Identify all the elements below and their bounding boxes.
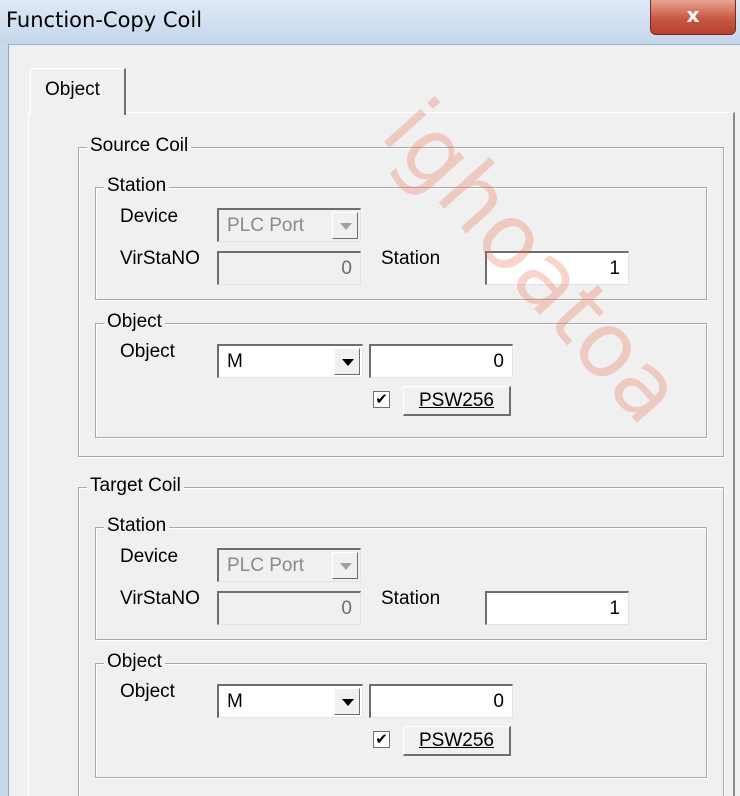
target-psw-label: PSW256 [419,730,494,751]
chevron-down-icon [332,212,358,239]
target-object-label: Object [120,681,175,702]
target-psw-checkbox[interactable]: ✔ [373,731,390,748]
target-device-select: PLC Port [217,548,361,582]
tab-object[interactable]: Object [30,68,126,115]
source-station-label: Station [381,248,441,269]
source-station-field[interactable]: 1 [485,251,629,285]
target-station-field[interactable]: 1 [485,591,629,625]
source-object-type-select[interactable]: M [217,344,363,378]
tab-panel: Source Coil Station Device PLC Port VirS… [28,112,735,796]
target-coil-legend: Target Coil [87,475,184,497]
target-station-group: Station Device PLC Port VirStaNO 0 Stati… [95,515,707,640]
source-virsta-label: VirStaNO [120,248,200,269]
target-object-type-value: M [227,691,243,712]
source-object-group: Object Object M 0 ✔ PSW256 [95,311,707,438]
target-object-type-select[interactable]: M [217,684,363,718]
window-title: Function-Copy Coil [6,8,203,32]
source-object-label: Object [120,341,175,362]
target-virsta-label: VirStaNO [120,588,200,609]
source-coil-legend: Source Coil [87,135,192,157]
source-device-label: Device [120,206,179,227]
window-frame-left [0,44,9,796]
close-button[interactable]: x [650,0,736,35]
source-psw-label: PSW256 [419,390,494,411]
chevron-down-icon [332,552,358,579]
target-station-label: Station [381,588,441,609]
source-object-type-value: M [227,351,243,372]
source-object-value-field[interactable]: 0 [369,344,513,378]
source-station-group: Station Device PLC Port VirStaNO 0 Stati… [95,175,707,300]
dialog-window: Function-Copy Coil x Object Source Coil … [0,0,740,796]
source-psw-button[interactable]: PSW256 [403,386,511,416]
source-virsta-field: 0 [217,251,361,285]
source-device-value: PLC Port [227,215,305,236]
target-psw-button[interactable]: PSW256 [403,726,511,756]
chevron-down-icon[interactable] [334,348,360,375]
tab-object-label: Object [45,79,100,100]
target-device-value: PLC Port [227,555,305,576]
target-object-group: Object Object M 0 ✔ PSW256 [95,651,707,778]
target-virsta-field: 0 [217,591,361,625]
target-device-label: Device [120,546,179,567]
source-coil-group: Source Coil Station Device PLC Port VirS… [78,135,724,457]
source-object-legend: Object [104,311,165,333]
chevron-down-icon[interactable] [334,688,360,715]
target-coil-group: Target Coil Station Device PLC Port VirS… [78,475,724,796]
title-bar: Function-Copy Coil x [0,0,740,45]
source-device-select: PLC Port [217,208,361,242]
source-psw-checkbox[interactable]: ✔ [373,391,390,408]
target-object-value-field[interactable]: 0 [369,684,513,718]
source-station-legend: Station [104,175,170,197]
target-station-legend: Station [104,515,170,537]
target-object-legend: Object [104,651,165,673]
